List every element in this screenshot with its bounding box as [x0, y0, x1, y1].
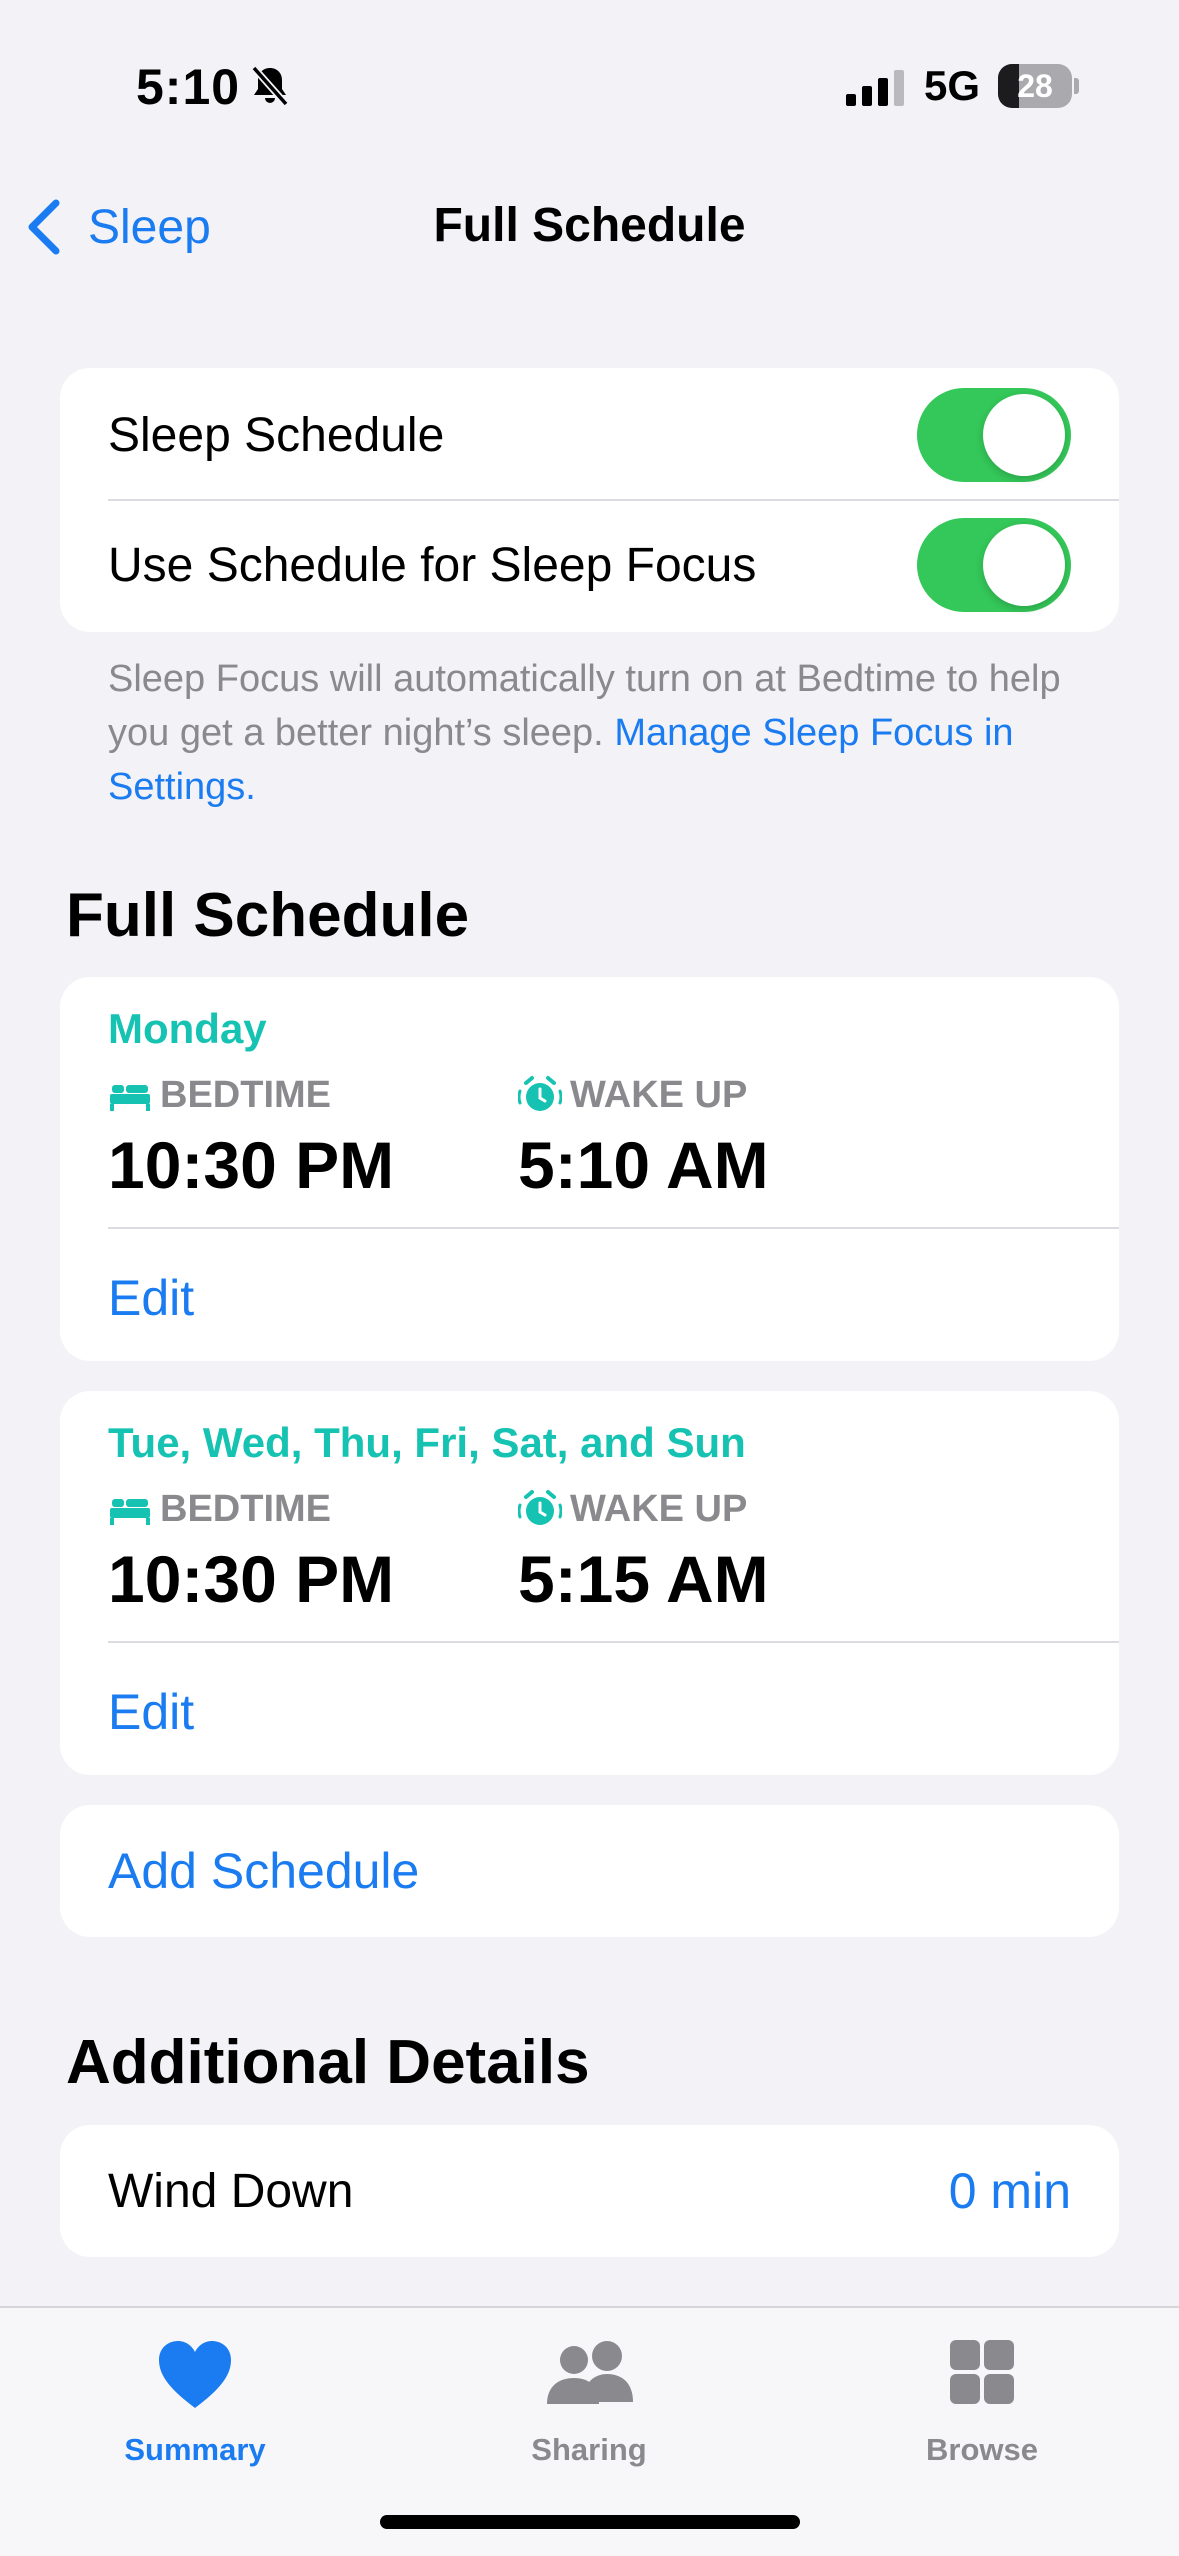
tab-sharing[interactable]: Sharing	[469, 2338, 709, 2468]
wind-down-row[interactable]: Wind Down 0 min	[60, 2125, 1119, 2257]
bedtime-label: BEDTIME	[108, 1073, 331, 1117]
battery-level: 28	[1017, 68, 1053, 104]
wake-up-label: WAKE UP	[518, 1487, 747, 1531]
sleep-focus-row: Use Schedule for Sleep Focus	[108, 518, 1071, 612]
schedule-card-monday: Monday BEDTIME WAKE UP 10:30 PM 5:10 AM …	[60, 977, 1119, 1361]
screen: 5:10 5G 28 Sleep Full Schedule Sleep Sch…	[0, 0, 1179, 2556]
sleep-focus-footnote: Sleep Focus will automatically turn on a…	[108, 652, 1068, 814]
sleep-schedule-row: Sleep Schedule	[108, 388, 1071, 482]
wake-up-value: 5:15 AM	[518, 1542, 769, 1616]
full-schedule-heading: Full Schedule	[66, 881, 470, 950]
bedtime-label: BEDTIME	[108, 1487, 331, 1531]
tab-browse[interactable]: Browse	[862, 2338, 1102, 2468]
sleep-schedule-toggle[interactable]	[917, 388, 1071, 482]
edit-schedule-button[interactable]: Edit	[108, 1683, 194, 1741]
sleep-schedule-label: Sleep Schedule	[108, 408, 445, 462]
additional-details-heading: Additional Details	[66, 2028, 590, 2097]
schedule-days: Tue, Wed, Thu, Fri, Sat, and Sun	[108, 1419, 746, 1466]
page-title: Full Schedule	[433, 199, 746, 252]
wake-up-label: WAKE UP	[518, 1073, 747, 1117]
alarm-clock-icon	[518, 1076, 562, 1111]
wake-up-label-text: WAKE UP	[570, 1073, 748, 1116]
grid-icon	[950, 2340, 1014, 2404]
tab-summary-label: Summary	[124, 2432, 266, 2467]
divider	[108, 1641, 1119, 1643]
add-schedule-card[interactable]: Add Schedule	[60, 1805, 1119, 1937]
wind-down-value: 0 min	[948, 2163, 1071, 2219]
tab-browse-label: Browse	[926, 2432, 1038, 2467]
schedule-toggles-card: Sleep Schedule Use Schedule for Sleep Fo…	[60, 368, 1119, 632]
tab-summary[interactable]: Summary	[75, 2338, 315, 2468]
alarm-clock-icon	[518, 1490, 562, 1525]
bedtime-label-text: BEDTIME	[160, 1073, 331, 1116]
wake-up-value: 5:10 AM	[518, 1128, 769, 1202]
divider	[108, 499, 1119, 501]
heart-icon	[159, 2341, 231, 2408]
home-indicator[interactable]	[380, 2515, 800, 2529]
schedule-card-weekdays: Tue, Wed, Thu, Fri, Sat, and Sun BEDTIME…	[60, 1391, 1119, 1775]
bed-icon	[110, 1499, 150, 1525]
add-schedule-button[interactable]: Add Schedule	[108, 1842, 419, 1900]
sleep-focus-toggle[interactable]	[917, 518, 1071, 612]
bedtime-label-text: BEDTIME	[160, 1487, 331, 1530]
edit-schedule-button[interactable]: Edit	[108, 1269, 194, 1327]
schedule-days: Monday	[108, 1005, 267, 1052]
tab-sharing-label: Sharing	[531, 2432, 647, 2467]
divider	[108, 1227, 1119, 1229]
bell-slash-icon	[251, 65, 289, 107]
cellular-signal-icon	[846, 70, 904, 106]
battery-icon: 28	[998, 64, 1079, 108]
sleep-focus-label: Use Schedule for Sleep Focus	[108, 538, 757, 592]
bedtime-value: 10:30 PM	[108, 1542, 395, 1616]
people-icon	[547, 2341, 633, 2404]
wake-up-label-text: WAKE UP	[570, 1487, 748, 1530]
bed-icon	[110, 1085, 150, 1111]
wind-down-label: Wind Down	[108, 2164, 354, 2218]
network-type: 5G	[924, 62, 981, 109]
status-time: 5:10	[136, 59, 241, 115]
bedtime-value: 10:30 PM	[108, 1128, 395, 1202]
